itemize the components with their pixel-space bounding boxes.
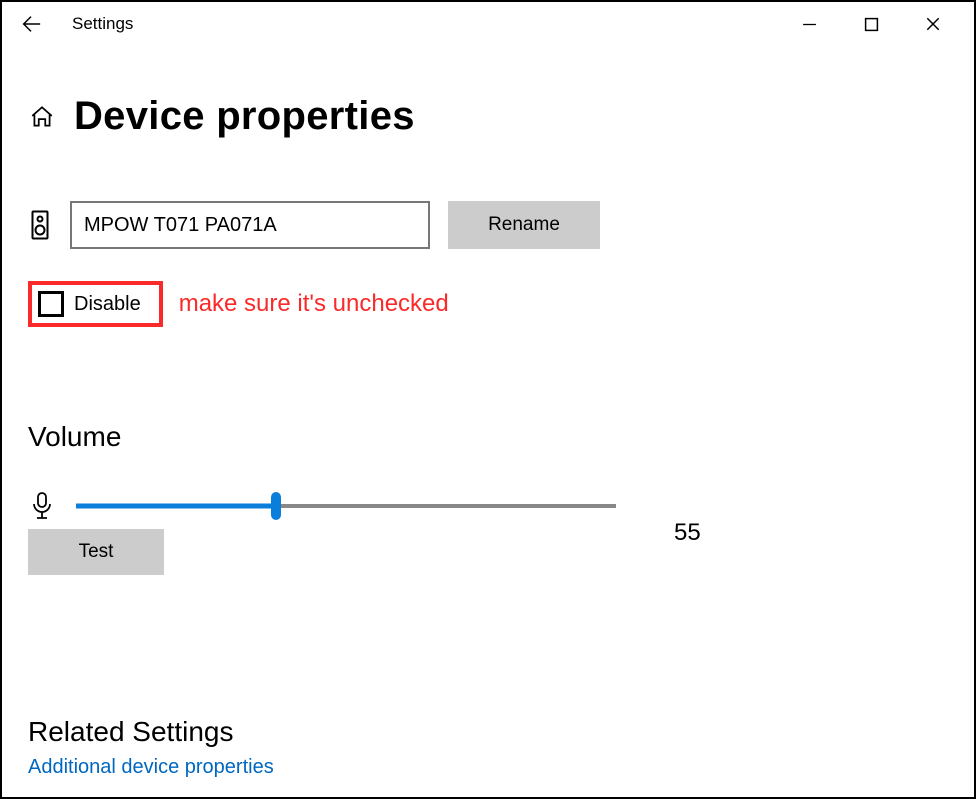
annotation-text: make sure it's unchecked bbox=[179, 290, 449, 318]
volume-value: 55 bbox=[674, 519, 701, 547]
microphone-icon bbox=[28, 491, 56, 521]
close-button[interactable] bbox=[902, 4, 964, 44]
device-name-row: Rename bbox=[28, 201, 948, 249]
window-controls bbox=[778, 4, 964, 44]
disable-label: Disable bbox=[74, 293, 141, 316]
disable-row: Disable make sure it's unchecked bbox=[28, 281, 948, 327]
test-button[interactable]: Test bbox=[28, 529, 164, 575]
disable-checkbox[interactable] bbox=[38, 291, 64, 317]
volume-title: Volume bbox=[28, 421, 948, 453]
rename-button[interactable]: Rename bbox=[448, 201, 600, 249]
back-button[interactable] bbox=[12, 5, 50, 43]
volume-slider[interactable] bbox=[76, 496, 616, 516]
disable-highlight: Disable bbox=[28, 281, 163, 327]
minimize-button[interactable] bbox=[778, 4, 840, 44]
device-name-input[interactable] bbox=[70, 201, 430, 249]
maximize-button[interactable] bbox=[840, 4, 902, 44]
titlebar: Settings bbox=[2, 2, 974, 46]
home-icon[interactable] bbox=[28, 103, 56, 131]
page-header: Device properties bbox=[28, 94, 948, 139]
slider-thumb[interactable] bbox=[271, 492, 281, 520]
page-title: Device properties bbox=[74, 94, 415, 139]
window-title: Settings bbox=[72, 14, 133, 34]
additional-properties-link[interactable]: Additional device properties bbox=[28, 756, 274, 779]
related-title: Related Settings bbox=[28, 716, 274, 748]
content-area: Device properties Rename Disable make su… bbox=[2, 46, 974, 575]
related-settings: Related Settings Additional device prope… bbox=[28, 716, 274, 779]
volume-row: Test 55 bbox=[28, 491, 948, 575]
slider-fill bbox=[76, 504, 276, 509]
speaker-icon bbox=[28, 210, 52, 240]
